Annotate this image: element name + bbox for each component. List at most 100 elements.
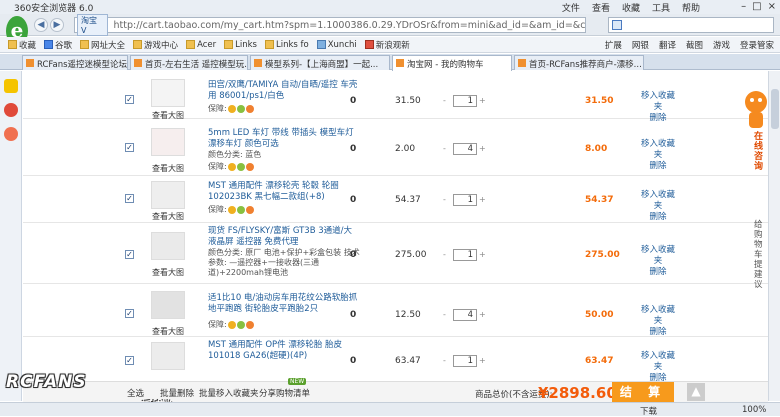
favorites-star-icon[interactable]	[4, 79, 18, 93]
translate-button[interactable]: 翻译	[659, 39, 676, 51]
menu-favorites[interactable]: 收藏	[622, 1, 640, 14]
delete-link[interactable]: 删除	[638, 161, 678, 172]
product-name-link[interactable]: 现货 FS/FLYSKY/富斯 GT3B 3通道/大液晶屏 遥控器 免费代理	[208, 226, 360, 248]
apps-icon[interactable]	[4, 127, 18, 141]
back-to-top-icon[interactable]: ▲	[687, 383, 705, 401]
product-name-link[interactable]: 适1比10 电/油动房车用花纹公路软胎抓地平跑跑 街轮胎皮平跑胎2只	[208, 293, 360, 315]
vertical-scrollbar[interactable]	[768, 71, 780, 401]
increase-button[interactable]: +	[479, 356, 486, 365]
move-to-favorites-link[interactable]: 移入收藏夹	[638, 91, 678, 113]
search-engine-icon[interactable]	[612, 20, 622, 30]
product-name-link[interactable]: MST 通用配件 OP件 漂移轮胎 胎皮 101018 GA26(超硬)(4P)	[208, 340, 360, 362]
move-to-favorites-link[interactable]: 移入收藏夹	[638, 139, 678, 161]
quantity-input[interactable]: 4	[453, 309, 477, 321]
product-thumbnail[interactable]	[151, 79, 185, 107]
share-list-link[interactable]: 分享购物清单	[259, 387, 310, 399]
batch-favorite-link[interactable]: 批量移入收藏夹	[199, 387, 259, 399]
view-large-image-link[interactable]: 查看大图	[152, 163, 184, 174]
forward-icon[interactable]: ▶	[50, 18, 64, 32]
quantity-input[interactable]: 4	[453, 143, 477, 155]
item-checkbox[interactable]: ✓	[125, 95, 134, 104]
product-thumbnail[interactable]	[151, 128, 185, 156]
back-icon[interactable]: ◀	[34, 18, 48, 32]
close-icon[interactable]: ×	[768, 1, 776, 12]
tab-rcfans-shop[interactable]: 首页-RCFans推荐商户-漂移...	[514, 55, 644, 70]
extensions-button[interactable]: 扩展	[605, 39, 622, 51]
checkout-button[interactable]: 结 算	[612, 382, 674, 403]
site-badge[interactable]: 淘宝 V	[77, 14, 108, 36]
item-checkbox[interactable]: ✓	[125, 356, 134, 365]
decrease-button[interactable]: -	[443, 310, 446, 319]
maximize-icon[interactable]: □	[752, 1, 761, 12]
tab-taobao-cart[interactable]: 淘宝网 - 我的购物车	[392, 55, 512, 71]
download-button[interactable]: 下载	[640, 405, 657, 417]
fav-item[interactable]: Acer	[186, 40, 216, 50]
decrease-button[interactable]: -	[443, 356, 446, 365]
games-button[interactable]: 游戏	[713, 39, 730, 51]
menu-view[interactable]: 查看	[592, 1, 610, 14]
fav-item[interactable]: 收藏	[8, 39, 36, 51]
weibo-icon[interactable]	[4, 103, 18, 117]
decrease-button[interactable]: -	[443, 96, 446, 105]
delete-link[interactable]: 删除	[638, 327, 678, 338]
fav-item[interactable]: Xunchi	[316, 40, 357, 50]
tab-zuoyou[interactable]: 首页-左右生活 遥控模型玩...	[130, 55, 248, 70]
delete-link[interactable]: 删除	[638, 373, 678, 381]
increase-button[interactable]: +	[479, 144, 486, 153]
cart-suggestion-link[interactable]: 给购物车提建议	[754, 220, 766, 290]
cart-content: ✓ 查看大图 田宫/双鹰/TAMIYA 自动/自晒/遥控 车壳用 86001/p…	[23, 71, 768, 381]
decrease-button[interactable]: -	[443, 144, 446, 153]
item-checkbox[interactable]: ✓	[125, 143, 134, 152]
bank-button[interactable]: 网银	[632, 39, 649, 51]
move-to-favorites-link[interactable]: 移入收藏夹	[638, 351, 678, 373]
screenshot-button[interactable]: 截图	[686, 39, 703, 51]
tab-shanghai-shop[interactable]: 模型系列-【上海商盟】一起...	[250, 55, 390, 70]
item-checkbox[interactable]: ✓	[125, 194, 134, 203]
product-thumbnail[interactable]	[151, 181, 185, 209]
product-thumbnail[interactable]	[151, 342, 185, 370]
increase-button[interactable]: +	[479, 250, 486, 259]
move-to-favorites-link[interactable]: 移入收藏夹	[638, 305, 678, 327]
url-text[interactable]: http://cart.taobao.com/my_cart.htm?spm=1…	[114, 20, 585, 31]
product-name-link[interactable]: 田宫/双鹰/TAMIYA 自动/自晒/遥控 车壳用 86001/ps1/白色	[208, 80, 360, 102]
product-name-link[interactable]: 5mm LED 车灯 带线 带插头 模型车灯 漂移车灯 颜色可选	[208, 128, 360, 150]
quantity-input[interactable]: 1	[453, 355, 477, 367]
fav-item[interactable]: 游戏中心	[133, 39, 178, 51]
view-large-image-link[interactable]: 查看大图	[152, 211, 184, 222]
fav-item[interactable]: Links	[224, 40, 257, 50]
move-to-favorites-link[interactable]: 移入收藏夹	[638, 190, 678, 212]
online-consult-link[interactable]: 在线咨询	[754, 132, 766, 172]
fav-item[interactable]: Links fo	[264, 40, 309, 50]
url-bar[interactable]: 淘宝 V http://cart.taobao.com/my_cart.htm?…	[74, 14, 586, 36]
view-large-image-link[interactable]: 查看大图	[152, 267, 184, 278]
item-checkbox[interactable]: ✓	[125, 250, 134, 259]
move-to-favorites-link[interactable]: 移入收藏夹	[638, 245, 678, 267]
product-thumbnail[interactable]	[151, 232, 185, 260]
view-large-image-link[interactable]: 查看大图	[152, 326, 184, 337]
menu-help[interactable]: 帮助	[682, 1, 700, 14]
menu-file[interactable]: 文件	[562, 1, 580, 14]
delete-link[interactable]: 删除	[638, 267, 678, 278]
increase-button[interactable]: +	[479, 310, 486, 319]
quantity-input[interactable]: 1	[453, 95, 477, 107]
quantity-input[interactable]: 1	[453, 249, 477, 261]
fav-item[interactable]: 谷歌	[44, 39, 72, 51]
tab-rcfans-forum[interactable]: RCFans遥控迷模型论坛|遥...	[22, 55, 128, 70]
minimize-icon[interactable]: –	[741, 1, 746, 12]
login-manager-button[interactable]: 登录管家	[740, 39, 774, 51]
fav-item[interactable]: 网址大全	[80, 39, 125, 51]
decrease-button[interactable]: -	[443, 250, 446, 259]
fav-item[interactable]: 新浪观新	[364, 39, 410, 51]
menu-tools[interactable]: 工具	[652, 1, 670, 14]
search-input[interactable]	[608, 17, 774, 33]
decrease-button[interactable]: -	[443, 195, 446, 204]
delete-link[interactable]: 删除	[638, 212, 678, 223]
increase-button[interactable]: +	[479, 96, 486, 105]
product-thumbnail[interactable]	[151, 291, 185, 319]
scrollbar-thumb[interactable]	[771, 89, 779, 129]
product-name-link[interactable]: MST 通用配件 漂移轮壳 轮毂 轮圈 102023BK 黑七幅二款组(+8)	[208, 181, 360, 203]
zoom-level[interactable]: 100%	[742, 405, 766, 415]
quantity-input[interactable]: 1	[453, 194, 477, 206]
item-checkbox[interactable]: ✓	[125, 309, 134, 318]
increase-button[interactable]: +	[479, 195, 486, 204]
